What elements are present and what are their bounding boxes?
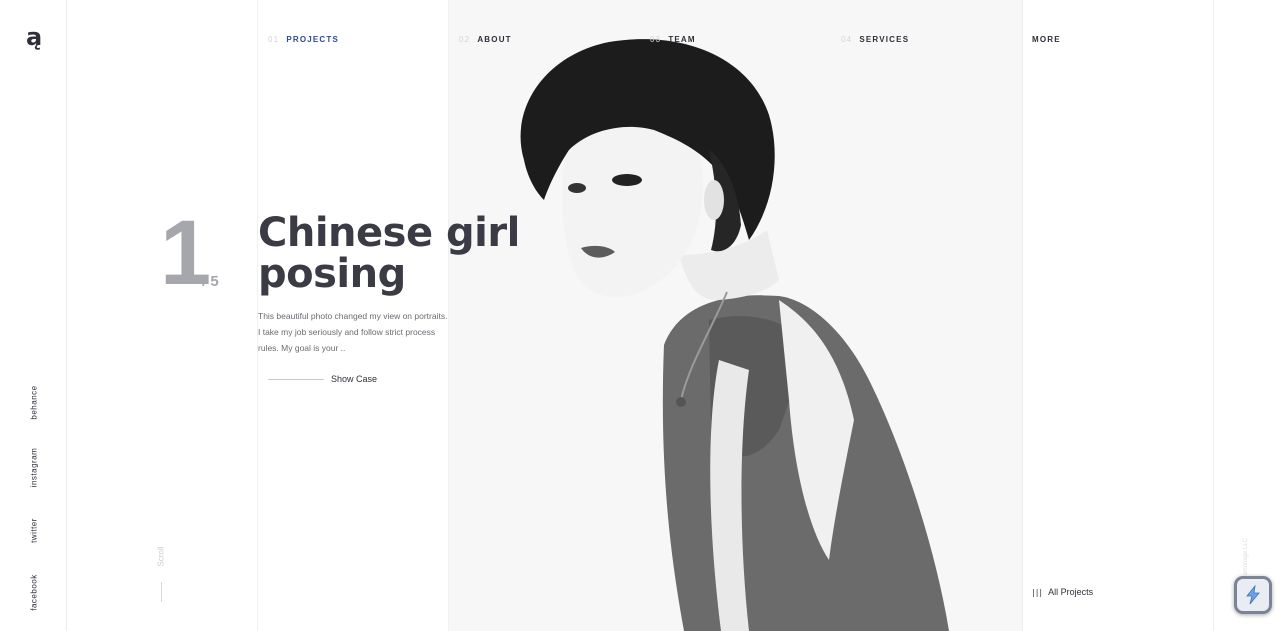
floating-action-button[interactable]: [1234, 576, 1272, 614]
social-link-behance[interactable]: behance: [30, 385, 39, 419]
slide-title: Chinese girl posing: [258, 210, 520, 297]
show-case-button[interactable]: Show Case: [268, 374, 377, 384]
showcase-line: [268, 378, 324, 380]
nav-projects[interactable]: 01 PROJECTS: [268, 35, 339, 44]
nav-label: TEAM: [668, 35, 696, 44]
nav-services[interactable]: 04 SERVICES: [841, 35, 909, 44]
nav-about[interactable]: 02 ABOUT: [459, 35, 512, 44]
social-link-instagram[interactable]: instagram: [30, 448, 39, 488]
portrait-image: [520, 39, 949, 631]
nav-team[interactable]: 03 TEAM: [650, 35, 696, 44]
all-projects-label: All Projects: [1048, 587, 1094, 597]
scroll-label: Scroll: [156, 546, 166, 567]
nav-number: 01: [268, 35, 280, 44]
social-link-facebook[interactable]: facebook: [30, 574, 39, 610]
left-rail: ą behance instagram twitter facebook: [0, 0, 67, 631]
show-case-label: Show Case: [331, 374, 378, 384]
nav-label: SERVICES: [859, 35, 910, 44]
scroll-line: [161, 582, 162, 602]
slide-description: This beautiful photo changed my view on …: [258, 311, 448, 353]
grid-icon: |||: [1032, 587, 1044, 597]
bolt-icon: [1246, 584, 1260, 605]
copyright-text: Ramonage LLC: [1243, 537, 1249, 581]
nav-number: 03: [650, 35, 662, 44]
column-divider: [1213, 0, 1214, 631]
hero-photo: [449, 0, 1022, 631]
social-link-twitter[interactable]: twitter: [30, 518, 39, 543]
nav-label: ABOUT: [477, 35, 512, 44]
nav-number: 02: [459, 35, 471, 44]
nav-label: PROJECTS: [286, 35, 340, 44]
nav-number: 04: [841, 35, 853, 44]
slide-counter-total: / 5: [202, 273, 219, 290]
logo[interactable]: ą: [26, 24, 42, 50]
nav-label: MORE: [1032, 35, 1061, 44]
all-projects-link[interactable]: ||| All Projects: [1032, 587, 1093, 597]
fab-inner: [1237, 579, 1269, 611]
column-divider: [1022, 0, 1023, 631]
nav-more[interactable]: MORE: [1032, 35, 1061, 44]
